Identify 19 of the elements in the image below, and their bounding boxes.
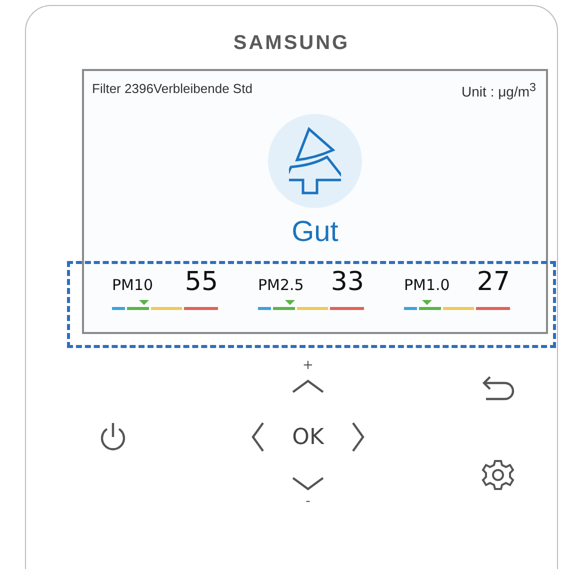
down-button[interactable]: [291, 476, 325, 492]
ok-button[interactable]: OK: [292, 424, 324, 450]
pm-label: PM2.5: [258, 276, 304, 294]
right-button[interactable]: [350, 421, 366, 453]
power-button[interactable]: [98, 421, 128, 453]
settings-button[interactable]: [481, 458, 515, 492]
minus-label: -: [306, 494, 310, 508]
filter-hours-text: Filter 2396Verbleibende Std: [92, 81, 252, 98]
air-quality-status: Gut: [292, 216, 338, 249]
unit-label: Unit : μg/m$^{3}$: [462, 81, 536, 100]
pm-value: 33: [330, 266, 364, 297]
plus-label: +: [302, 358, 314, 372]
brand-logo: SAMSUNG: [233, 32, 350, 55]
left-button[interactable]: [250, 421, 266, 453]
pm-value: 27: [476, 266, 510, 297]
pm-label: PM1.0: [404, 276, 450, 294]
pm-label: PM10: [112, 276, 154, 294]
up-button[interactable]: [291, 378, 325, 394]
pm-value: 55: [184, 266, 218, 297]
